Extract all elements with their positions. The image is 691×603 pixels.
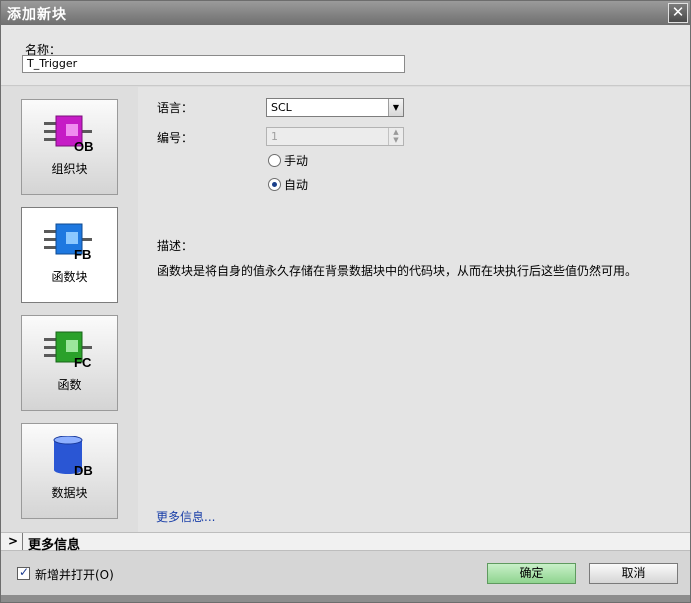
name-input[interactable]: T_Trigger [22, 55, 405, 73]
more-info-expander[interactable]: > 更多信息 [1, 532, 690, 553]
spin-arrows-icon[interactable]: ▲ ▼ [388, 128, 403, 145]
dialog-footer: 新增并打开(O) 确定 取消 [1, 551, 690, 595]
svg-text:FC: FC [74, 355, 92, 368]
block-settings-panel: 语言： SCL ▼ 编号： 1 ▲ ▼ 手动 自动 描述： 函数块是将自身的值永久… [138, 87, 690, 532]
add-and-open-label: 新增并打开(O) [35, 568, 114, 582]
block-type-fb[interactable]: FB 函数块 [21, 207, 118, 303]
number-label: 编号： [157, 131, 194, 145]
more-info-link[interactable]: 更多信息... [156, 508, 215, 525]
radio-selected-icon [268, 178, 281, 191]
block-type-label: 数据块 [51, 486, 88, 500]
svg-text:DB: DB [74, 463, 93, 476]
fc-block-icon: FC [44, 331, 92, 368]
language-dropdown[interactable]: SCL ▼ [266, 98, 404, 117]
language-value: SCL [271, 101, 292, 114]
close-button[interactable]: ✕ [668, 3, 688, 23]
radio-auto-label: 自动 [284, 178, 309, 192]
svg-text:OB: OB [74, 139, 94, 152]
language-label: 语言： [157, 101, 194, 115]
svg-text:FB: FB [74, 247, 91, 260]
title-bar: 添加新块 ✕ [1, 1, 690, 25]
block-type-label: 函数 [57, 378, 82, 392]
close-icon: ✕ [671, 3, 685, 21]
divider [22, 533, 23, 550]
block-type-label: 组织块 [51, 162, 88, 176]
ob-block-icon: OB [44, 115, 94, 152]
number-stepper[interactable]: 1 ▲ ▼ [266, 127, 404, 146]
block-type-label: 函数块 [51, 270, 88, 284]
number-value: 1 [271, 130, 278, 143]
db-block-icon: DB [53, 436, 93, 476]
radio-auto[interactable]: 自动 [268, 176, 308, 194]
radio-manual[interactable]: 手动 [268, 152, 308, 170]
ok-button[interactable]: 确定 [487, 563, 576, 584]
add-and-open-checkbox[interactable] [17, 565, 30, 580]
name-section: 名称： T_Trigger [1, 25, 690, 86]
block-type-db[interactable]: DB 数据块 [21, 423, 118, 519]
dialog-title: 添加新块 [7, 7, 67, 23]
cancel-button[interactable]: 取消 [589, 563, 678, 584]
description-label: 描述： [157, 239, 194, 253]
radio-icon [268, 154, 281, 167]
block-type-fc[interactable]: FC 函数 [21, 315, 118, 411]
block-type-ob[interactable]: OB 组织块 [21, 99, 118, 195]
description-text: 函数块是将自身的值永久存储在背景数据块中的代码块，从而在块执行后这些值仍然可用。 [157, 264, 638, 278]
radio-manual-label: 手动 [284, 154, 309, 168]
bottom-border [1, 595, 690, 602]
chevron-down-icon[interactable]: ▼ [388, 99, 403, 116]
add-new-block-dialog: 添加新块 ✕ 名称： T_Trigger OB 组织块 FB 函数块 FC 函数… [0, 0, 691, 603]
fb-block-icon: FB [44, 223, 92, 260]
block-type-panel: OB 组织块 FB 函数块 FC 函数 DB 数据块 [1, 87, 138, 532]
chevron-right-icon: > [8, 534, 19, 548]
